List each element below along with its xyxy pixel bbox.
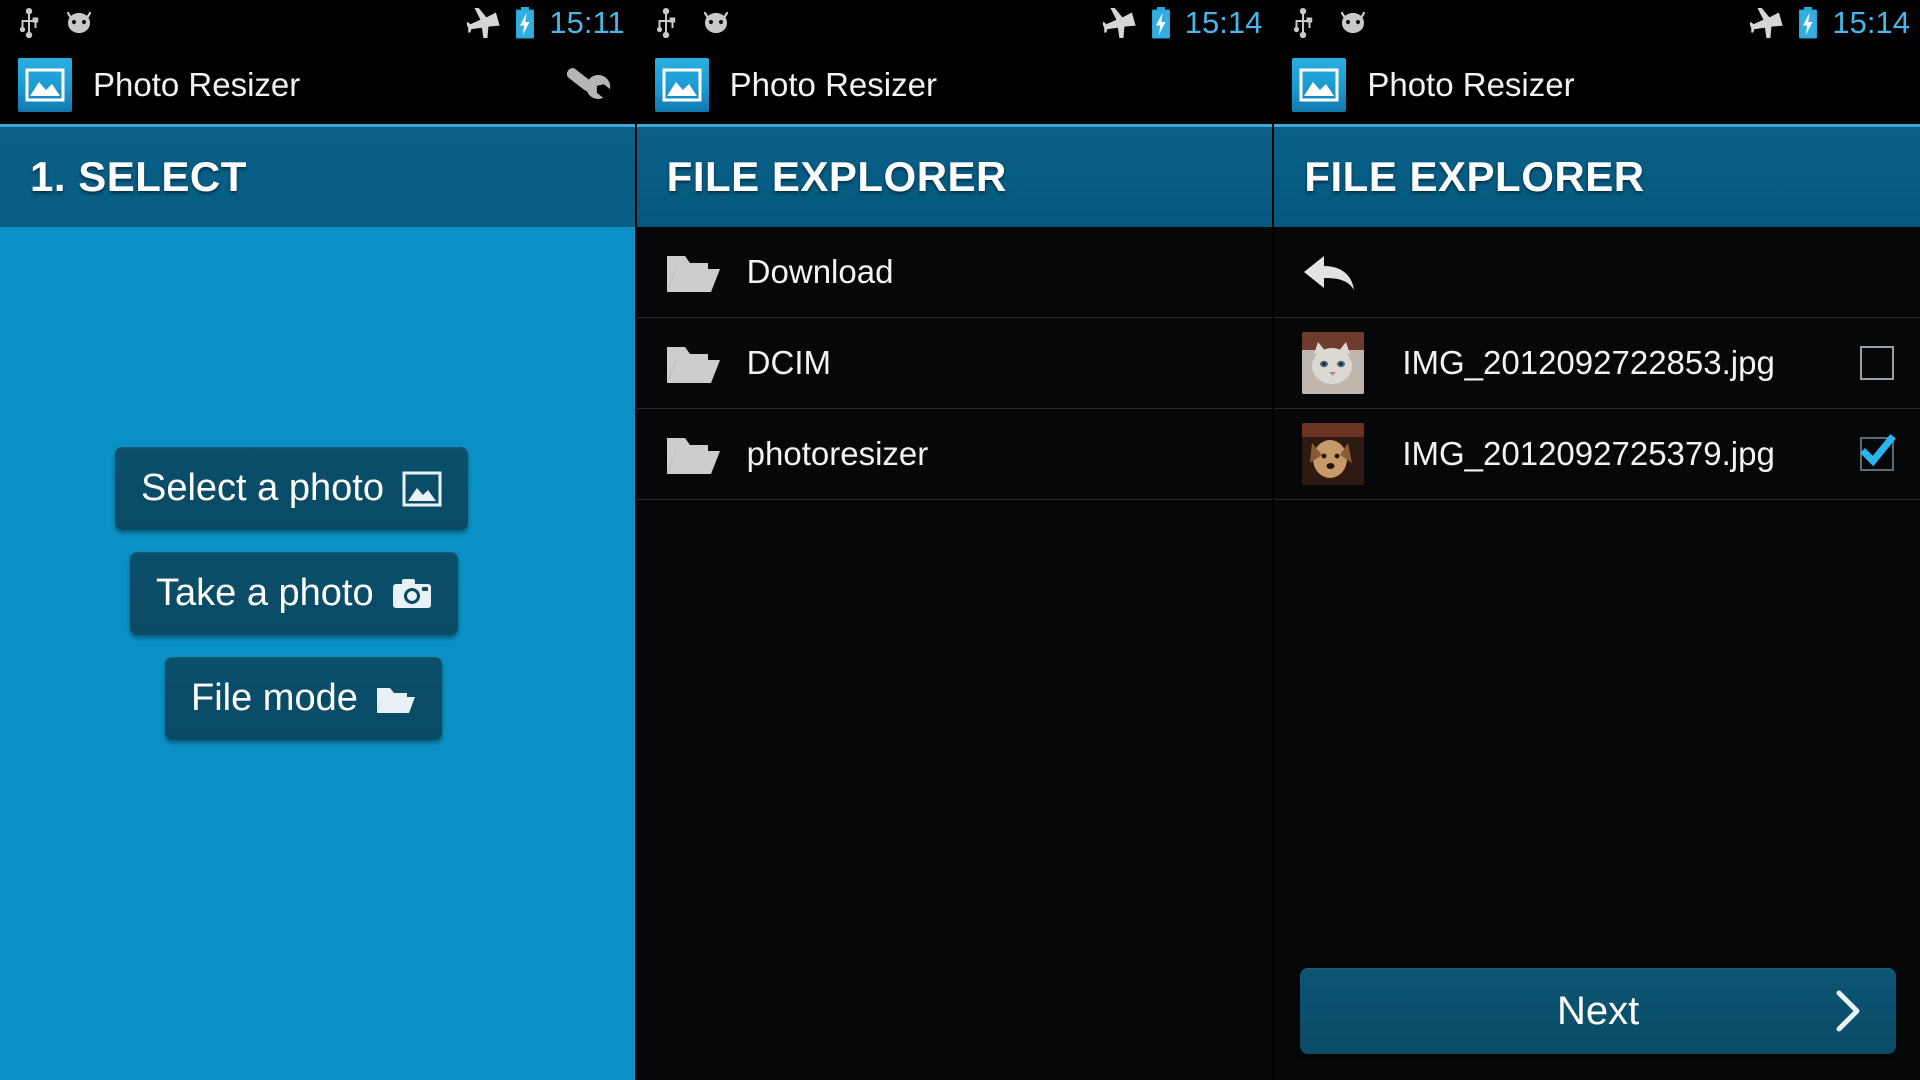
file-name: IMG_2012092722853.jpg bbox=[1402, 344, 1775, 381]
usb-icon bbox=[1292, 8, 1314, 38]
take-a-photo-label: Take a photo bbox=[156, 572, 374, 614]
screen-select: 15:11 Photo Resizer 1. SELECT Select a p… bbox=[0, 0, 635, 1080]
table-row[interactable]: IMG_2012092722853.jpg bbox=[1274, 318, 1920, 409]
picture-icon bbox=[402, 471, 442, 507]
folder-list: Download DCIM photoresizer bbox=[636, 227, 1273, 1080]
section-header: FILE EXPLORER bbox=[636, 124, 1273, 227]
status-bar-clock: 15:14 bbox=[1184, 5, 1263, 40]
status-bar-left-icons bbox=[655, 8, 733, 38]
status-bar-clock: 15:14 bbox=[1832, 5, 1910, 40]
status-bar-right-icons: 15:11 bbox=[467, 5, 625, 41]
page-title: FILE EXPLORER bbox=[666, 153, 1007, 200]
screen-file-explorer-files: 15:14 Photo Resizer FILE EXPLORER IMG_20… bbox=[1274, 0, 1920, 1080]
battery-charging-icon bbox=[514, 7, 536, 39]
action-button-stack: Select a photo Take a photo File mode bbox=[0, 447, 635, 740]
status-bar-clock: 15:11 bbox=[549, 5, 625, 40]
file-checkbox[interactable] bbox=[1860, 434, 1896, 471]
three-screenshot-composite: 15:11 Photo Resizer 1. SELECT Select a p… bbox=[0, 0, 1920, 1080]
status-bar: 15:14 bbox=[1274, 0, 1920, 46]
page-title: FILE EXPLORER bbox=[1304, 153, 1645, 200]
battery-charging-icon bbox=[1797, 7, 1819, 39]
file-mode-label: File mode bbox=[191, 677, 358, 719]
airplane-mode-icon bbox=[1750, 8, 1784, 38]
android-icon bbox=[699, 10, 733, 36]
usb-icon bbox=[655, 8, 677, 38]
photo-resizer-logo bbox=[654, 58, 709, 112]
app-title: Photo Resizer bbox=[93, 66, 301, 103]
take-a-photo-button[interactable]: Take a photo bbox=[130, 552, 458, 635]
table-row[interactable]: IMG_2012092725379.jpg bbox=[1274, 409, 1920, 500]
status-bar: 15:14 bbox=[636, 0, 1273, 46]
next-button[interactable]: Next bbox=[1300, 968, 1896, 1054]
chevron-right-icon bbox=[1834, 989, 1862, 1033]
file-list: IMG_2012092722853.jpg IMG_2012092725379.… bbox=[1274, 227, 1920, 1080]
parent-directory-row[interactable] bbox=[1274, 227, 1920, 318]
list-item[interactable]: Download bbox=[636, 227, 1273, 318]
status-bar-right-icons: 15:14 bbox=[1102, 5, 1263, 41]
status-bar-left-icons bbox=[1292, 8, 1370, 38]
status-bar: 15:11 bbox=[0, 0, 635, 46]
dog-thumbnail bbox=[1302, 423, 1365, 485]
airplane-mode-icon bbox=[1102, 8, 1137, 38]
section-header: FILE EXPLORER bbox=[1274, 124, 1920, 227]
folder-open-icon bbox=[376, 681, 416, 717]
select-a-photo-button[interactable]: Select a photo bbox=[115, 447, 468, 530]
file-mode-button[interactable]: File mode bbox=[165, 657, 442, 740]
back-arrow-icon bbox=[1302, 250, 1356, 294]
app-title: Photo Resizer bbox=[729, 66, 937, 103]
file-name: IMG_2012092725379.jpg bbox=[1402, 435, 1775, 472]
android-icon bbox=[62, 10, 96, 36]
photo-resizer-logo bbox=[18, 58, 72, 112]
action-bar: Photo Resizer bbox=[0, 46, 635, 124]
photo-resizer-logo bbox=[1292, 58, 1347, 112]
folder-name: Download bbox=[746, 253, 894, 290]
section-header: 1. SELECT bbox=[0, 124, 635, 227]
select-panel-body: Select a photo Take a photo File mode bbox=[0, 227, 635, 1080]
action-bar: Photo Resizer bbox=[636, 46, 1273, 124]
list-item[interactable]: DCIM bbox=[636, 318, 1273, 409]
folder-icon bbox=[665, 250, 721, 294]
camera-icon bbox=[392, 576, 432, 612]
battery-charging-icon bbox=[1150, 7, 1172, 39]
select-a-photo-label: Select a photo bbox=[141, 467, 384, 509]
file-checkbox[interactable] bbox=[1860, 346, 1894, 380]
folder-icon bbox=[665, 432, 721, 476]
folder-name: DCIM bbox=[746, 344, 831, 381]
action-bar: Photo Resizer bbox=[1274, 46, 1920, 124]
app-title: Photo Resizer bbox=[1367, 66, 1575, 103]
page-title: 1. SELECT bbox=[30, 153, 247, 200]
wrench-icon[interactable] bbox=[559, 63, 613, 107]
airplane-mode-icon bbox=[467, 8, 501, 38]
folder-icon bbox=[665, 341, 721, 385]
list-item[interactable]: photoresizer bbox=[636, 409, 1273, 500]
next-button-label: Next bbox=[1557, 988, 1640, 1033]
folder-name: photoresizer bbox=[746, 435, 929, 472]
cat-thumbnail bbox=[1302, 332, 1365, 394]
usb-icon bbox=[18, 8, 40, 38]
status-bar-right-icons: 15:14 bbox=[1750, 5, 1910, 41]
android-icon bbox=[1336, 10, 1370, 36]
screen-file-explorer-folders: 15:14 Photo Resizer FILE EXPLORER Downlo… bbox=[636, 0, 1273, 1080]
status-bar-left-icons bbox=[18, 8, 96, 38]
next-button-container: Next bbox=[1300, 968, 1896, 1054]
